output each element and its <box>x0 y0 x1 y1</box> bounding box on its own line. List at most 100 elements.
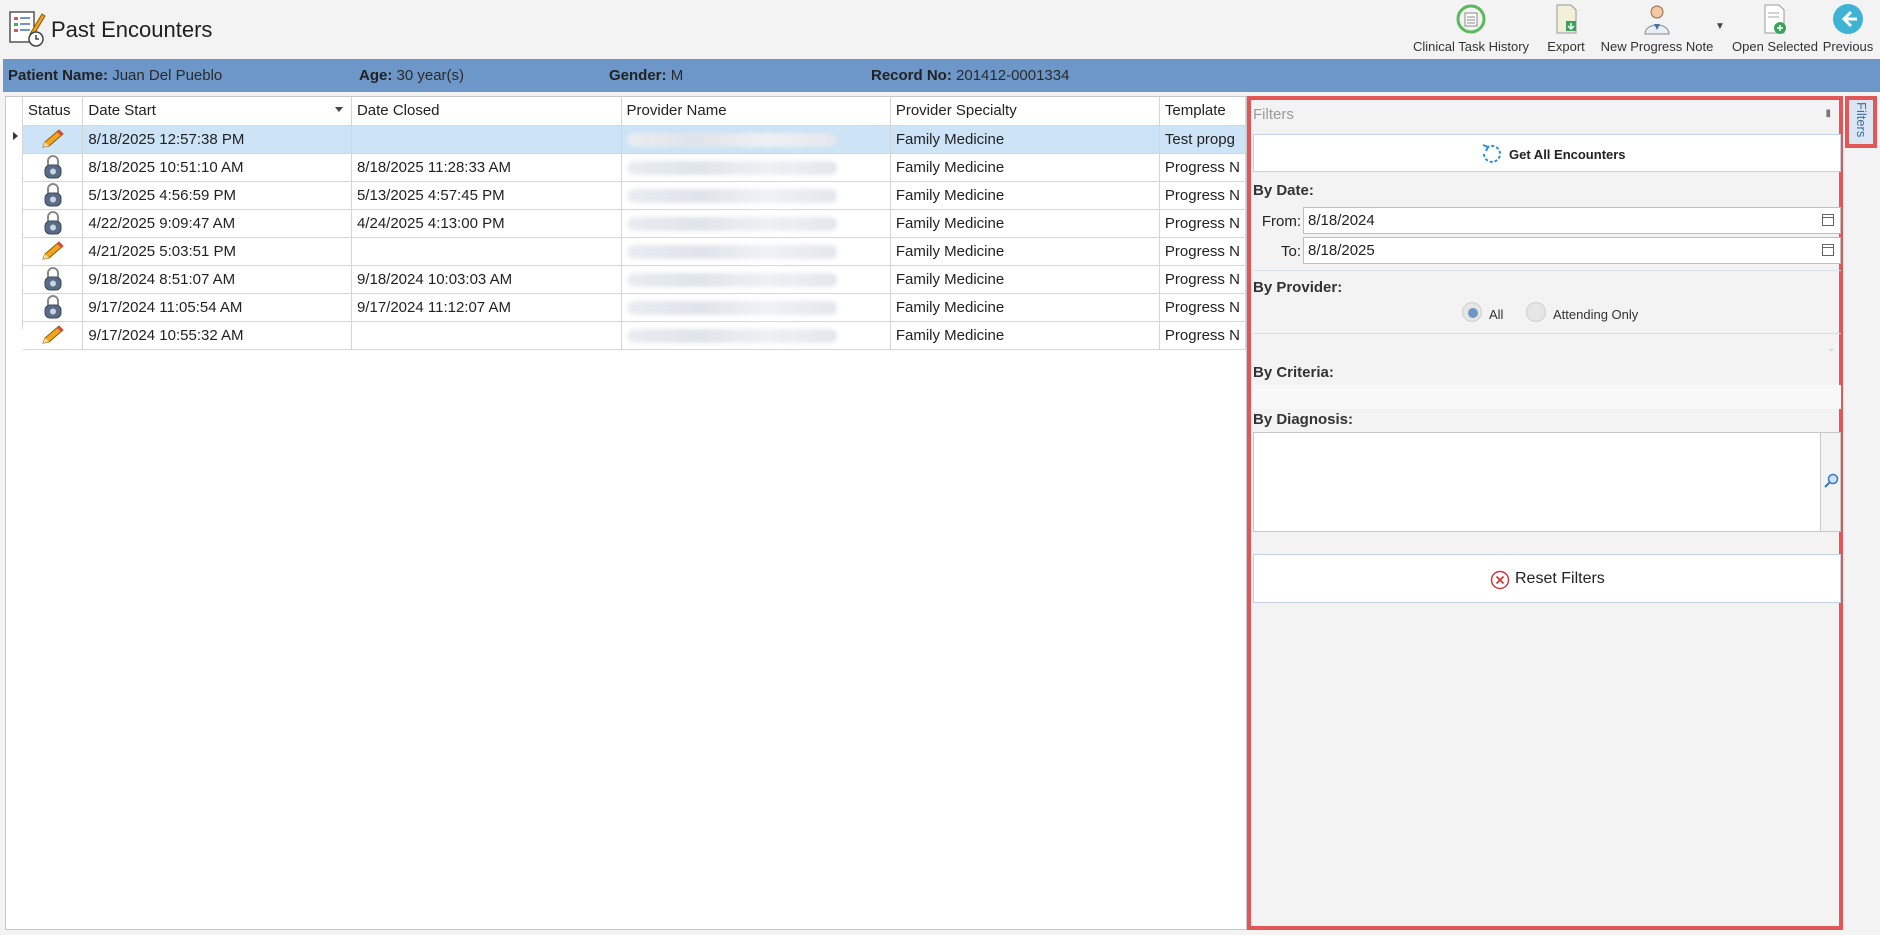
reset-filters-button[interactable]: Reset Filters <box>1253 554 1841 603</box>
status-cell[interactable] <box>23 181 84 210</box>
patient-gender: Gender: M <box>609 67 683 84</box>
col-header-date-start[interactable]: Date Start <box>82 97 352 126</box>
template-cell[interactable]: Progress N <box>1159 237 1246 266</box>
calendar-icon[interactable] <box>1822 214 1834 226</box>
table-row[interactable]: 5/13/2025 4:56:59 PM 5/13/2025 4:57:45 PM… <box>23 181 1246 210</box>
status-cell[interactable] <box>23 321 84 350</box>
from-date-value: 8/18/2024 <box>1308 212 1375 229</box>
date-start-cell[interactable]: 4/22/2025 9:09:47 AM <box>82 209 352 238</box>
date-closed-cell[interactable] <box>351 125 622 154</box>
date-closed-cell[interactable]: 9/18/2024 10:03:03 AM <box>351 265 622 294</box>
date-start-cell[interactable]: 4/21/2025 5:03:51 PM <box>82 237 352 266</box>
table-row[interactable]: 4/21/2025 5:03:51 PM Family Medicine Progr… <box>23 237 1246 266</box>
export-button[interactable]: Export <box>1540 0 1592 58</box>
status-cell[interactable] <box>23 265 84 294</box>
filters-side-tab-label: Filters <box>1854 102 1869 138</box>
patient-name-label: Patient Name: <box>8 67 109 84</box>
status-cell[interactable] <box>23 237 84 266</box>
provider-attending-only-label[interactable]: Attending Only <box>1553 307 1638 322</box>
criteria-field[interactable] <box>1253 385 1841 409</box>
doctor-icon <box>1640 2 1674 36</box>
provider-all-label[interactable]: All <box>1489 307 1503 322</box>
new-progress-note-dropdown-icon[interactable]: ▼ <box>1715 21 1725 32</box>
provider-all-radio[interactable] <box>1462 302 1482 322</box>
provider-name-cell[interactable] <box>621 125 891 154</box>
template-cell[interactable]: Progress N <box>1159 181 1246 210</box>
filters-side-tab[interactable]: Filters <box>1845 96 1877 148</box>
col-header-status[interactable]: Status <box>23 97 84 126</box>
diagnosis-input[interactable] <box>1253 432 1821 532</box>
table-row[interactable]: 9/17/2024 11:05:54 AM 9/17/2024 11:12:07 … <box>23 293 1246 322</box>
table-row[interactable]: 4/22/2025 9:09:47 AM 4/24/2025 4:13:00 PM… <box>23 209 1246 238</box>
table-row[interactable]: 9/17/2024 10:55:32 AM Family Medicine Prog… <box>23 321 1246 350</box>
provider-specialty-cell[interactable]: Family Medicine <box>890 209 1160 238</box>
date-start-cell[interactable]: 8/18/2025 10:51:10 AM <box>82 153 352 182</box>
redacted-provider-name <box>626 244 837 259</box>
provider-specialty-cell[interactable]: Family Medicine <box>890 321 1160 350</box>
provider-name-cell[interactable] <box>621 321 891 350</box>
provider-specialty-cell[interactable]: Family Medicine <box>890 125 1160 154</box>
date-start-cell[interactable]: 5/13/2025 4:56:59 PM <box>82 181 352 210</box>
status-cell[interactable] <box>23 293 84 322</box>
date-start-cell[interactable]: 8/18/2025 12:57:38 PM <box>82 125 352 154</box>
date-closed-cell[interactable]: 8/18/2025 11:28:33 AM <box>351 153 622 182</box>
status-cell[interactable] <box>23 153 84 182</box>
lock-icon <box>42 211 64 235</box>
template-cell[interactable]: Progress N <box>1159 265 1246 294</box>
date-closed-cell[interactable] <box>351 321 622 350</box>
provider-specialty-cell[interactable]: Family Medicine <box>890 181 1160 210</box>
to-date-input[interactable]: 8/18/2025 <box>1303 237 1841 264</box>
clinical-task-history-button[interactable]: Clinical Task History <box>1412 0 1530 58</box>
diagnosis-search-button[interactable] <box>1821 432 1841 532</box>
date-closed-cell[interactable] <box>351 237 622 266</box>
provider-name-cell[interactable] <box>621 209 891 238</box>
from-date-input[interactable]: 8/18/2024 <box>1303 207 1841 234</box>
clock-history-icon <box>1454 2 1488 36</box>
provider-specialty-cell[interactable]: Family Medicine <box>890 237 1160 266</box>
date-closed-cell[interactable]: 5/13/2025 4:57:45 PM <box>351 181 622 210</box>
calendar-icon[interactable] <box>1822 244 1834 256</box>
template-cell[interactable]: Test propg <box>1159 125 1246 154</box>
redacted-provider-name <box>626 272 837 287</box>
get-all-encounters-label: Get All Encounters <box>1509 147 1626 162</box>
new-progress-note-label: New Progress Note <box>1600 39 1714 54</box>
provider-specialty-cell[interactable]: Family Medicine <box>890 153 1160 182</box>
provider-name-cell[interactable] <box>621 237 891 266</box>
status-cell[interactable] <box>23 209 84 238</box>
grid-header-row: Status Date Start Date Closed Provider N… <box>23 97 1246 126</box>
get-all-encounters-button[interactable]: Get All Encounters <box>1253 134 1841 172</box>
template-cell[interactable]: Progress N <box>1159 293 1246 322</box>
col-header-template[interactable]: Template <box>1159 97 1246 126</box>
template-cell[interactable]: Progress N <box>1159 209 1246 238</box>
cancel-circle-icon <box>1490 570 1510 595</box>
template-cell[interactable]: Progress N <box>1159 321 1246 350</box>
date-start-cell[interactable]: 9/18/2024 8:51:07 AM <box>82 265 352 294</box>
provider-specialty-cell[interactable]: Family Medicine <box>890 293 1160 322</box>
table-row[interactable]: 8/18/2025 10:51:10 AM 8/18/2025 11:28:33 … <box>23 153 1246 182</box>
provider-name-cell[interactable] <box>621 293 891 322</box>
col-header-date-closed[interactable]: Date Closed <box>351 97 622 126</box>
date-start-cell[interactable]: 9/17/2024 11:05:54 AM <box>82 293 352 322</box>
provider-attending-only-radio[interactable] <box>1526 302 1546 322</box>
pin-icon[interactable]: ▮ <box>1825 108 1831 119</box>
patient-name-value: Juan Del Pueblo <box>112 67 223 84</box>
table-row[interactable]: 8/18/2025 12:57:38 PM Family Medicine Test… <box>23 125 1246 154</box>
encounters-grid[interactable]: Status Date Start Date Closed Provider N… <box>5 96 1247 930</box>
provider-name-cell[interactable] <box>621 265 891 294</box>
table-row[interactable]: 9/18/2024 8:51:07 AM 9/18/2024 10:03:03 A… <box>23 265 1246 294</box>
open-document-icon <box>1757 2 1791 36</box>
date-start-cell[interactable]: 9/17/2024 10:55:32 AM <box>82 321 352 350</box>
col-header-provider-specialty[interactable]: Provider Specialty <box>890 97 1160 126</box>
date-closed-cell[interactable]: 9/17/2024 11:12:07 AM <box>351 293 622 322</box>
provider-specialty-cell[interactable]: Family Medicine <box>890 265 1160 294</box>
provider-name-cell[interactable] <box>621 153 891 182</box>
patient-record-label: Record No: <box>871 67 952 84</box>
provider-name-cell[interactable] <box>621 181 891 210</box>
status-cell[interactable] <box>23 125 84 154</box>
template-cell[interactable]: Progress N <box>1159 153 1246 182</box>
previous-button[interactable]: Previous <box>1822 0 1874 58</box>
open-selected-button[interactable]: Open Selected <box>1732 0 1818 58</box>
date-closed-cell[interactable]: 4/24/2025 4:13:00 PM <box>351 209 622 238</box>
col-header-provider-name[interactable]: Provider Name <box>621 97 891 126</box>
new-progress-note-button[interactable]: New Progress Note <box>1600 0 1714 58</box>
